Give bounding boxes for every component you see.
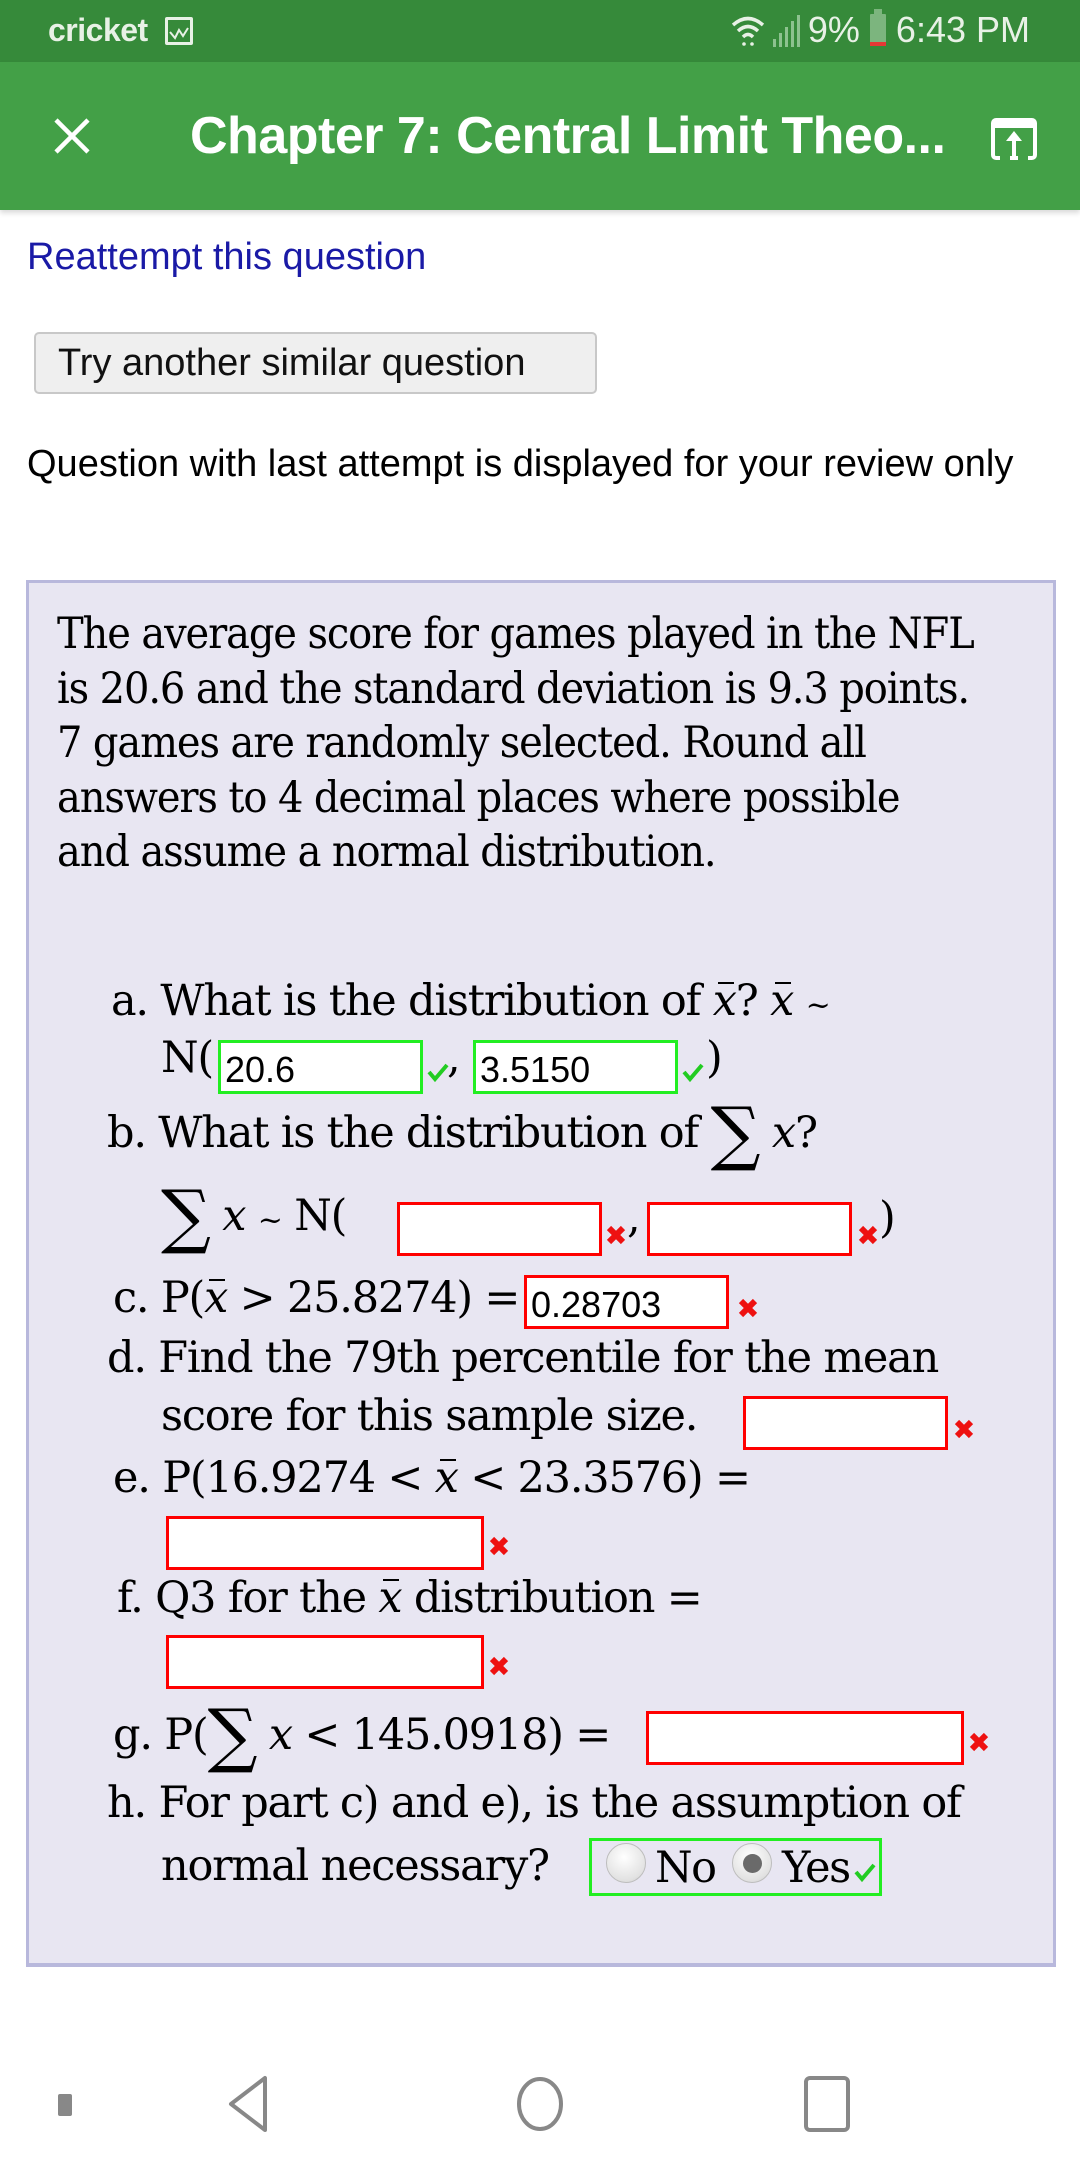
part-prefix: P(16.9274 < (162, 1453, 423, 1503)
part-h-radio-group: No Yes (589, 1838, 882, 1896)
back-icon[interactable] (225, 2074, 271, 2134)
part-prefix: Q3 for the (155, 1573, 367, 1623)
part-a-sd-input[interactable]: 3.5150 (473, 1040, 678, 1094)
app-bar: Chapter 7: Central Limit Theo... (0, 62, 1080, 210)
close-icon[interactable] (50, 114, 94, 158)
battery-percent: 9% (807, 9, 860, 50)
review-note: Question with last attempt is displayed … (27, 443, 1014, 485)
nav-indicator-icon (58, 2094, 72, 2116)
part-a-question: a. What is the distribution of x? x ~ (111, 976, 831, 1026)
xbar-symbol: x (770, 976, 794, 1026)
part-label: c. (113, 1273, 150, 1323)
part-h-line2: normal necessary? (161, 1841, 550, 1891)
open-external-icon[interactable] (990, 117, 1038, 161)
xbar-symbol: x (204, 1273, 228, 1323)
radio-yes-label[interactable]: Yes (782, 1843, 851, 1893)
x-symbol: x (771, 1108, 796, 1158)
part-suffix: < 23.3576) = (470, 1453, 751, 1503)
part-f-question: f. Q3 for the x distribution = (117, 1573, 703, 1623)
xbar-symbol: x (378, 1573, 402, 1623)
carrier-name: cricket (48, 12, 148, 48)
part-b-sd-input[interactable] (647, 1202, 852, 1256)
status-indicators: 9% 6:43 PM (730, 9, 1030, 50)
incorrect-x-icon (738, 1298, 758, 1318)
close-paren: ) (879, 1193, 896, 1243)
part-label: f. (117, 1573, 144, 1623)
correct-check-icon (682, 1063, 704, 1083)
correct-check-icon (427, 1063, 449, 1083)
image-notification-icon (165, 17, 193, 45)
part-c-input[interactable]: 0.28703 (524, 1275, 729, 1329)
part-d-input[interactable] (743, 1396, 948, 1450)
part-h-question: h. For part c) and e), is the assumption… (107, 1778, 962, 1828)
x-symbol: x (222, 1191, 246, 1241)
incorrect-x-icon (489, 1656, 509, 1676)
part-a-n-open: N( (161, 1033, 214, 1083)
clock: 6:43 PM (895, 9, 1030, 50)
part-label: d. (107, 1333, 147, 1383)
part-label: a. (111, 976, 149, 1026)
part-e-input[interactable] (166, 1516, 484, 1570)
part-suffix: > 25.8274) = (227, 1273, 521, 1323)
radio-yes[interactable] (732, 1843, 772, 1883)
question-mark: ? (794, 1108, 818, 1158)
n-open: N( (294, 1191, 347, 1241)
sigma-symbol: ∑ (710, 1092, 761, 1174)
part-e-question: e. P(16.9274 < x < 23.3576) = (113, 1453, 751, 1503)
sigma-symbol: ∑ (207, 1694, 258, 1776)
incorrect-x-icon (606, 1225, 626, 1245)
recents-icon[interactable] (802, 2074, 852, 2134)
part-prefix: P( (164, 1710, 209, 1760)
incorrect-x-icon (858, 1225, 878, 1245)
close-paren: ) (706, 1033, 723, 1083)
status-bar: cricket 9% 6:43 PM (0, 0, 1080, 62)
part-suffix: distribution = (413, 1573, 703, 1623)
part-b-question: b. What is the distribution of ∑ x? (107, 1098, 818, 1168)
wifi-icon (731, 16, 765, 46)
incorrect-x-icon (954, 1419, 974, 1439)
part-label: g. (113, 1710, 153, 1760)
xbar-symbol: x (434, 1453, 459, 1503)
comma: , (627, 1193, 641, 1243)
cell-signal-icon (772, 15, 800, 47)
part-text: What is the distribution of (158, 1108, 699, 1158)
part-text: Find the 79th percentile for the mean (158, 1333, 939, 1383)
part-g-question: g. P(∑ x < 145.0918) = (113, 1700, 611, 1770)
radio-no[interactable] (606, 1843, 646, 1883)
incorrect-x-icon (969, 1732, 989, 1752)
x-symbol: x (268, 1710, 293, 1760)
question-intro: The average score for games played in th… (57, 609, 975, 877)
tilde: ~ (805, 988, 831, 1023)
tilde: ~ (257, 1203, 283, 1238)
part-label: b. (107, 1108, 147, 1158)
part-prefix: P( (160, 1273, 206, 1323)
try-another-button[interactable]: Try another similar question (34, 332, 597, 394)
part-f-input[interactable] (166, 1635, 484, 1689)
home-icon[interactable] (515, 2074, 565, 2134)
part-label: h. (107, 1778, 147, 1828)
question-box: The average score for games played in th… (26, 580, 1056, 1967)
question-mark: ? (735, 976, 759, 1026)
part-a-mean-input[interactable]: 20.6 (218, 1040, 423, 1094)
part-d-line2: score for this sample size. (161, 1391, 698, 1441)
sigma-symbol: ∑ (161, 1175, 211, 1257)
part-g-input[interactable] (646, 1711, 964, 1765)
part-text: What is the distribution of (160, 976, 701, 1026)
radio-no-label[interactable]: No (655, 1843, 717, 1893)
part-d-question: d. Find the 79th percentile for the mean (107, 1333, 939, 1383)
xbar-symbol: x (712, 976, 737, 1026)
comma: , (447, 1033, 461, 1083)
part-suffix: < 145.0918) = (304, 1710, 611, 1760)
part-text: For part c) and e), is the assumption of (158, 1778, 962, 1828)
part-b-distribution: ∑ x ~ N( (161, 1181, 347, 1251)
battery-icon (869, 9, 886, 46)
reattempt-link[interactable]: Reattempt this question (27, 236, 426, 279)
part-c-question: c. P(x > 25.8274) = (113, 1273, 521, 1323)
part-label: e. (113, 1453, 151, 1503)
correct-check-icon (854, 1863, 876, 1883)
incorrect-x-icon (489, 1536, 509, 1556)
navigation-bar (0, 2040, 1080, 2160)
page-title: Chapter 7: Central Limit Theo... (190, 107, 946, 165)
part-b-mean-input[interactable] (397, 1202, 602, 1256)
